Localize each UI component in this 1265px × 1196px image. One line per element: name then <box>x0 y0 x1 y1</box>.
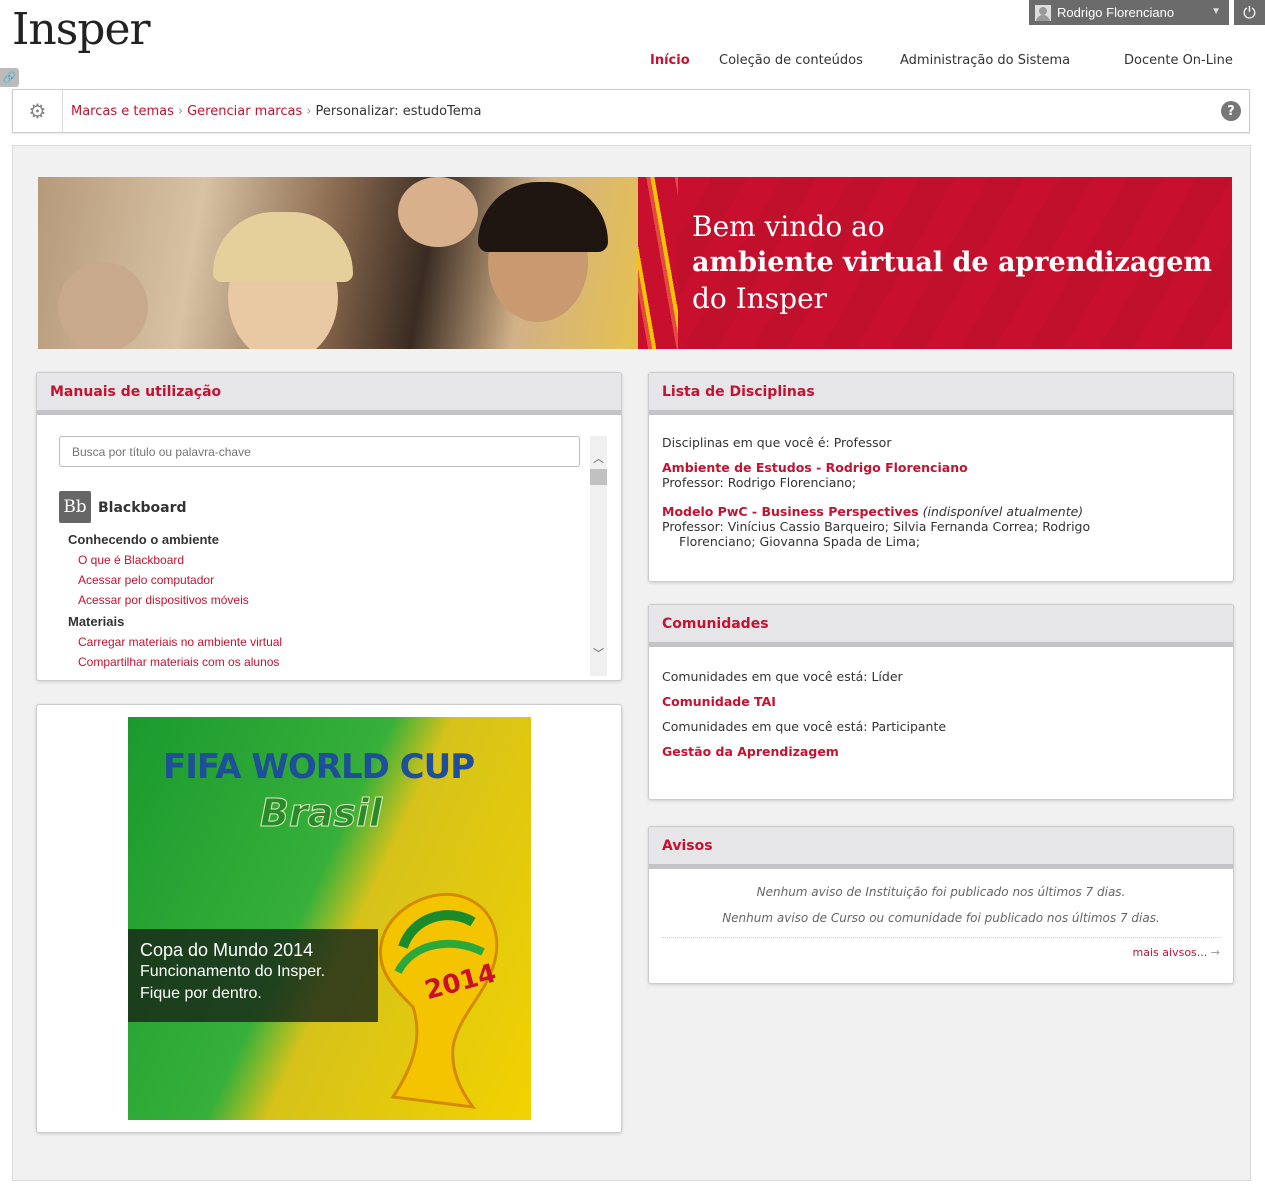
breadcrumb-gerenciar-marcas[interactable]: Gerenciar marcas <box>187 104 302 119</box>
breadcrumb-separator-icon: › <box>177 104 184 119</box>
course-professor: Professor: Rodrigo Florenciano; <box>662 475 857 490</box>
course-link[interactable]: Modelo PwC - Business Perspectives <box>662 504 919 519</box>
caption-title: Copa do Mundo 2014 <box>140 940 314 960</box>
breadcrumb-marcas-temas[interactable]: Marcas e temas <box>71 104 174 119</box>
help-icon[interactable]: ? <box>1221 101 1241 121</box>
tab-administracao-sistema[interactable]: Administração do Sistema <box>900 53 1070 68</box>
notice-institution: Nenhum aviso de Instituição foi publicad… <box>756 885 1126 899</box>
worldcup-caption: Copa do Mundo 2014 Funcionamento do Insp… <box>128 929 378 1022</box>
blackboard-title: Blackboard <box>98 500 187 516</box>
manuais-title: Manuais de utilização <box>50 383 222 400</box>
breadcrumb-current: Personalizar: estudoTema <box>315 104 482 119</box>
more-notices-link[interactable]: mais aivsos... <box>1133 946 1208 959</box>
blackboard-logo-icon: Bb <box>59 491 91 523</box>
link-icon[interactable]: 🔗 <box>0 68 19 87</box>
disciplinas-title: Lista de Disciplinas <box>662 383 815 400</box>
chevron-down-icon: ▼ <box>1211 6 1221 17</box>
course-professor: Professor: Vinícius Cassio Barqueiro; Si… <box>662 519 1091 549</box>
welcome-banner: Bem vindo ao ambiente virtual de aprendi… <box>38 177 1232 349</box>
notice-course: Nenhum aviso de Curso ou comunidade foi … <box>722 911 1160 925</box>
students-photo <box>38 177 678 349</box>
manual-link[interactable]: O que é Blackboard <box>78 550 282 570</box>
manuais-module: Manuais de utilização ︿ ﹀ Bb Blackboard … <box>36 372 622 681</box>
logout-button[interactable]: ⏻ <box>1234 0 1265 25</box>
avisos-title: Avisos <box>662 837 713 854</box>
comunidades-title: Comunidades <box>662 615 769 632</box>
chevron-down-icon[interactable]: ﹀ <box>590 645 607 662</box>
breadcrumb: ⚙ Marcas e temas › Gerenciar marcas › Person… <box>12 89 1250 133</box>
breadcrumb-separator-icon: › <box>306 104 312 119</box>
manuais-scrollbar[interactable]: ︿ ﹀ <box>590 436 607 676</box>
manual-list: Conhecendo o ambiente O que é Blackboard… <box>68 532 282 672</box>
manual-link[interactable]: Acessar pelo computador <box>78 570 282 590</box>
caption-line-2: Funcionamento do Insper. <box>140 963 326 980</box>
tab-docente-online[interactable]: Docente On-Line <box>1124 53 1233 68</box>
course-status: (indisponível atualmente) <box>922 504 1084 519</box>
section-title: Conhecendo o ambiente <box>68 532 219 547</box>
banner-line-2: ambiente virtual de aprendizagem <box>692 247 1212 278</box>
section-title: Materiais <box>68 614 125 629</box>
banner-line-3: do Insper <box>692 282 828 315</box>
user-name: Rodrigo Florenciano <box>1057 5 1175 20</box>
main-nav: Início Coleção de conteúdos Administraçã… <box>0 53 1265 71</box>
manual-link[interactable]: Carregar materiais no ambiente virtual <box>78 632 282 652</box>
disciplinas-intro: Disciplinas em que você é: Professor <box>662 435 892 450</box>
manual-link[interactable]: Compartilhar materiais com os alunos <box>78 652 282 672</box>
search-input[interactable] <box>59 436 580 467</box>
worldcup-subtitle: Brasil <box>259 791 383 836</box>
user-avatar-icon <box>1035 4 1051 21</box>
disciplinas-module: Lista de Disciplinas Disciplinas em que … <box>648 372 1234 582</box>
community-link[interactable]: Comunidade TAI <box>662 694 776 709</box>
tab-colecao-conteudos[interactable]: Coleção de conteúdos <box>719 53 863 68</box>
manual-link[interactable]: Acessar por dispositivos móveis <box>78 590 282 610</box>
gear-icon[interactable]: ⚙ <box>13 90 63 132</box>
user-menu[interactable]: Rodrigo Florenciano ▼ <box>1029 0 1229 25</box>
community-link[interactable]: Gestão da Aprendizagem <box>662 744 839 759</box>
worldcup-module: FIFA WORLD CUP Brasil 2014 Copa do Mundo… <box>36 704 622 1133</box>
power-icon: ⏻ <box>1243 2 1256 22</box>
caption-line-3: Fique por dentro. <box>140 985 262 1002</box>
scroll-thumb[interactable] <box>590 469 607 485</box>
insper-logo[interactable]: Insper <box>12 4 151 55</box>
worldcup-title: FIFA WORLD CUP <box>163 747 475 787</box>
course-link[interactable]: Ambiente de Estudos - Rodrigo Florencian… <box>662 460 968 475</box>
chevron-up-icon[interactable]: ︿ <box>590 450 607 467</box>
comunidades-participant-intro: Comunidades em que você está: Participan… <box>662 719 947 734</box>
comunidades-module: Comunidades Comunidades em que você está… <box>648 604 1234 800</box>
worldcup-banner[interactable]: FIFA WORLD CUP Brasil 2014 Copa do Mundo… <box>128 717 531 1120</box>
banner-line-1: Bem vindo ao <box>692 210 885 243</box>
avisos-module: Avisos Nenhum aviso de Instituição foi p… <box>648 826 1234 984</box>
tab-inicio[interactable]: Início <box>650 53 690 68</box>
comunidades-leader-intro: Comunidades em que você está: Líder <box>662 669 903 684</box>
arrow-right-icon: → <box>1210 946 1220 959</box>
